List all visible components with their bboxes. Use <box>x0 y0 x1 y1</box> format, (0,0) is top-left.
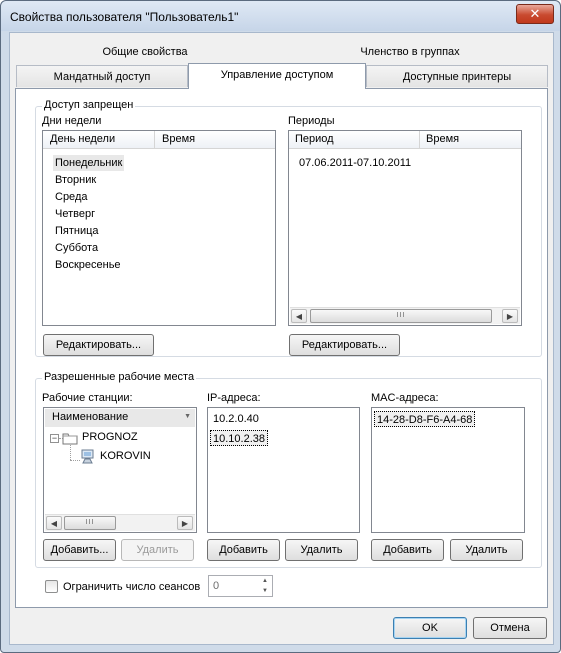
column-name: Наименование <box>52 411 129 423</box>
periods-list[interactable]: Период Время 07.06.2011-07.10.2011 ◀ III… <box>288 130 522 326</box>
scroll-thumb[interactable]: III <box>64 516 116 530</box>
day-item[interactable]: Пятница <box>55 223 99 239</box>
tab-access-control[interactable]: Управление доступом <box>188 63 366 89</box>
computer-icon <box>81 449 94 464</box>
ip-label: IP-адреса: <box>207 392 261 404</box>
day-item[interactable]: Воскресенье <box>55 257 121 273</box>
column-separator <box>154 131 155 149</box>
days-label: Дни недели <box>42 115 102 127</box>
tree-connector <box>70 460 80 461</box>
scroll-left-icon[interactable]: ◀ <box>291 309 307 323</box>
tab-page-access-control: Доступ запрещен Дни недели Периоды День … <box>15 88 548 608</box>
mac-item[interactable]: 14-28-D8-F6-A4-68 <box>374 411 476 427</box>
scroll-right-icon[interactable]: ▶ <box>502 309 518 323</box>
tree-node-korovin[interactable]: KOROVIN <box>100 450 151 462</box>
periods-label: Периоды <box>288 115 335 127</box>
workplaces-title: Разрешенные рабочие места <box>42 371 197 383</box>
column-weekday[interactable]: День недели <box>50 133 115 145</box>
day-item[interactable]: Среда <box>55 189 87 205</box>
add-mac-button[interactable]: Добавить <box>371 539 444 561</box>
periods-list-header: Период Время <box>289 131 521 149</box>
remove-mac-button[interactable]: Удалить <box>450 539 523 561</box>
periods-horizontal-scrollbar[interactable]: ◀ III ▶ <box>290 307 520 324</box>
tab-available-printers[interactable]: Доступные принтеры <box>366 65 548 87</box>
window-title: Свойства пользователя "Пользователь1" <box>10 10 239 24</box>
column-separator <box>419 131 420 149</box>
ip-item[interactable]: 10.10.2.38 <box>210 430 268 446</box>
limit-sessions-label: Ограничить число сеансов <box>63 581 201 593</box>
sort-arrow-icon: ▼ <box>184 413 191 420</box>
scroll-left-icon[interactable]: ◀ <box>46 516 62 530</box>
stations-list[interactable]: Наименование ▼ − PROGNOZ KOROVIN ◀ III ▶ <box>43 407 197 533</box>
stations-label: Рабочие станции: <box>42 392 133 404</box>
spinner-arrows[interactable]: ▲ ▼ <box>258 576 272 596</box>
sessions-count-value: 0 <box>213 580 220 592</box>
day-item[interactable]: Четверг <box>55 206 95 222</box>
day-item[interactable]: Вторник <box>55 172 96 188</box>
column-period[interactable]: Период <box>295 133 334 145</box>
tab-group-membership[interactable]: Членство в группах <box>325 41 495 63</box>
remove-station-button[interactable]: Удалить <box>121 539 194 561</box>
tree-node-prognoz[interactable]: PROGNOZ <box>82 431 138 443</box>
sessions-count-spinner[interactable]: 0 ▲ ▼ <box>208 575 273 597</box>
stations-horizontal-scrollbar[interactable]: ◀ III ▶ <box>45 514 195 531</box>
spin-down-icon[interactable]: ▼ <box>258 586 272 596</box>
remove-ip-button[interactable]: Удалить <box>285 539 358 561</box>
dialog-window: Свойства пользователя "Пользователь1" ✕ … <box>0 0 561 653</box>
period-item[interactable]: 07.06.2011-07.10.2011 <box>299 155 411 171</box>
ok-button[interactable]: OK <box>393 617 467 639</box>
limit-sessions-checkbox[interactable] <box>45 580 58 593</box>
day-item[interactable]: Суббота <box>55 240 98 256</box>
day-item[interactable]: Понедельник <box>53 155 125 171</box>
column-time[interactable]: Время <box>162 133 195 145</box>
edit-days-button[interactable]: Редактировать... <box>43 334 154 356</box>
tab-mandatory-access[interactable]: Мандатный доступ <box>16 65 188 87</box>
stations-header[interactable]: Наименование ▼ <box>45 409 195 427</box>
scroll-thumb[interactable]: III <box>310 309 492 323</box>
tree-connector <box>70 445 71 460</box>
close-button[interactable]: ✕ <box>516 4 554 24</box>
mac-label: MAC-адреса: <box>371 392 439 404</box>
days-list[interactable]: День недели Время Понедельник Вторник Ср… <box>42 130 276 326</box>
collapse-icon[interactable]: − <box>50 434 59 443</box>
mac-list[interactable]: 14-28-D8-F6-A4-68 <box>371 407 525 533</box>
cancel-button[interactable]: Отмена <box>473 617 547 639</box>
add-ip-button[interactable]: Добавить <box>207 539 280 561</box>
add-station-button[interactable]: Добавить... <box>43 539 116 561</box>
scroll-right-icon[interactable]: ▶ <box>177 516 193 530</box>
ip-item[interactable]: 10.2.0.40 <box>213 411 259 427</box>
folder-icon <box>62 433 78 445</box>
access-denied-title: Доступ запрещен <box>42 99 136 111</box>
ip-list[interactable]: 10.2.0.40 10.10.2.38 <box>207 407 360 533</box>
dialog-client: Общие свойства Членство в группах Мандат… <box>9 32 554 645</box>
title-bar[interactable]: Свойства пользователя "Пользователь1" ✕ <box>1 1 560 31</box>
edit-periods-button[interactable]: Редактировать... <box>289 334 400 356</box>
days-list-header: День недели Время <box>43 131 275 149</box>
column-time[interactable]: Время <box>426 133 459 145</box>
tab-general[interactable]: Общие свойства <box>70 41 220 63</box>
spin-up-icon[interactable]: ▲ <box>258 576 272 586</box>
